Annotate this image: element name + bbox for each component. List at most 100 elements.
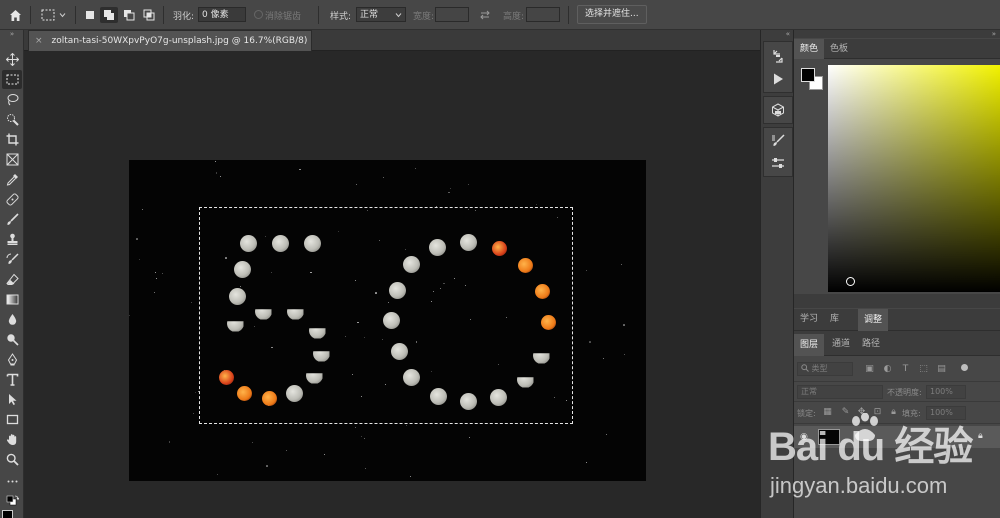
- document-tab-title: zoltan-tasi-50WXpvPyO7g-unsplash.jpg @ 1…: [51, 36, 308, 46]
- play-icon: [774, 73, 783, 85]
- collapse-strip-button[interactable]: «: [761, 30, 793, 38]
- paw-icon: [852, 413, 878, 442]
- star: [586, 269, 588, 271]
- filter-smart-object-icon[interactable]: ▤: [936, 364, 947, 375]
- star: [363, 438, 365, 440]
- filter-pixel-icon[interactable]: ▣: [864, 364, 875, 375]
- quick-selection-tool[interactable]: [2, 110, 22, 129]
- layer-filter-row: 类型 ▣ ◐ T ⬚ ▤: [794, 358, 1000, 382]
- antialias-checkbox[interactable]: [253, 9, 263, 20]
- select-and-mask-button[interactable]: 选择并遮住...: [577, 5, 647, 24]
- clone-stamp-tool[interactable]: [2, 230, 22, 249]
- gradient-tool[interactable]: [2, 290, 22, 309]
- filter-type-icon[interactable]: T: [900, 364, 911, 375]
- style-label: 样式:: [330, 12, 352, 22]
- eraser-tool[interactable]: [2, 270, 22, 289]
- dodge-icon: [6, 334, 19, 346]
- tab-color[interactable]: 颜色: [794, 39, 825, 59]
- learn-panel-tabs: 学习 库 调整: [794, 309, 1000, 331]
- lasso-tool[interactable]: [2, 90, 22, 109]
- pen-tool[interactable]: [2, 350, 22, 369]
- new-selection-button[interactable]: [82, 7, 98, 23]
- edit-toolbar-button[interactable]: [2, 472, 22, 491]
- double-chevron-icon: »: [991, 30, 996, 38]
- rect-marquee-tool[interactable]: [2, 70, 22, 89]
- filter-adjustment-icon[interactable]: ◐: [882, 364, 893, 375]
- foreground-color-swatch[interactable]: [2, 510, 13, 518]
- close-tab-button[interactable]: ×: [35, 36, 43, 46]
- star: [191, 301, 193, 303]
- layer-filter-select[interactable]: 类型: [797, 362, 853, 376]
- selection-marquee[interactable]: [199, 207, 573, 424]
- move-icon: [5, 53, 19, 66]
- default-colors-button[interactable]: [2, 492, 22, 511]
- collapse-panels-button[interactable]: »: [794, 30, 1000, 38]
- tools-panel: »: [0, 30, 24, 518]
- filter-shape-icon[interactable]: ⬚: [918, 364, 929, 375]
- width-input[interactable]: [435, 7, 469, 22]
- path-selection-tool[interactable]: [2, 390, 22, 409]
- add-to-selection-button[interactable]: [100, 7, 118, 23]
- chevron-down-icon: [395, 13, 402, 18]
- height-label: 高度:: [503, 12, 525, 22]
- subtract-selection-button[interactable]: [121, 7, 137, 23]
- dodge-tool[interactable]: [2, 330, 22, 349]
- history-brush-tool[interactable]: [2, 250, 22, 269]
- tab-swatches[interactable]: 色板: [824, 39, 854, 59]
- move-tool[interactable]: [2, 50, 22, 69]
- tab-adjustments[interactable]: 调整: [858, 309, 889, 331]
- opacity-input[interactable]: 100%: [926, 385, 966, 399]
- tab-learn[interactable]: 学习: [794, 309, 824, 329]
- star: [360, 435, 362, 437]
- tool-preset-picker[interactable]: [38, 6, 68, 24]
- history-panel-button[interactable]: [765, 46, 791, 66]
- color-picker-cursor[interactable]: [846, 277, 855, 286]
- 3d-group: [763, 96, 793, 124]
- collapse-toolbar-button[interactable]: »: [2, 30, 22, 38]
- type-tool[interactable]: [2, 370, 22, 389]
- layer-filter-value: 类型: [811, 364, 828, 373]
- star: [536, 203, 538, 205]
- blur-tool[interactable]: [2, 310, 22, 329]
- crop-tool[interactable]: [2, 130, 22, 149]
- tab-channels[interactable]: 通道: [826, 334, 856, 354]
- healing-brush-tool[interactable]: [2, 190, 22, 209]
- tab-libraries[interactable]: 库: [824, 309, 845, 329]
- brush-settings-button[interactable]: [765, 131, 791, 151]
- filter-toggle-icon[interactable]: [961, 364, 968, 371]
- 3d-panel-button[interactable]: [765, 100, 791, 120]
- eyedropper-icon: [6, 174, 18, 186]
- actions-panel-button[interactable]: [765, 69, 791, 89]
- color-field-picker[interactable]: [828, 65, 1000, 292]
- brush-tool[interactable]: [2, 210, 22, 229]
- style-select[interactable]: 正常: [356, 7, 406, 22]
- height-input[interactable]: [526, 7, 560, 22]
- options-bar: 羽化: 0 像素 消除锯齿 样式: 正常 宽度: 高度: 选择并遮住...: [0, 0, 1000, 30]
- history-actions-group: [763, 41, 793, 93]
- star: [355, 427, 356, 429]
- baidu-watermark: Bai du 经验 jingyan.baidu.com: [768, 413, 1000, 518]
- history-brush-icon: [6, 253, 19, 264]
- document-canvas[interactable]: [129, 160, 646, 481]
- foreground-color-swatch[interactable]: [801, 68, 815, 82]
- hand-icon: [6, 434, 16, 445]
- eyedropper-tool[interactable]: [2, 170, 22, 189]
- antialias-label: 消除锯齿: [265, 12, 302, 22]
- feather-input[interactable]: 0 像素: [198, 7, 246, 22]
- swap-dimensions-button[interactable]: [477, 7, 493, 23]
- tab-paths[interactable]: 路径: [856, 334, 886, 354]
- rectangle-tool[interactable]: [2, 410, 22, 429]
- frame-tool[interactable]: [2, 150, 22, 169]
- properties-panel-button[interactable]: [765, 153, 791, 173]
- zoom-tool[interactable]: [2, 450, 22, 469]
- intersect-selection-button[interactable]: [141, 7, 157, 23]
- more-dots-icon: [7, 480, 17, 483]
- tab-layers[interactable]: 图层: [794, 334, 825, 356]
- style-select-value: 正常: [360, 10, 379, 20]
- hand-tool[interactable]: [2, 430, 22, 449]
- star: [286, 449, 288, 451]
- star: [193, 413, 195, 415]
- document-tab[interactable]: × zoltan-tasi-50WXpvPyO7g-unsplash.jpg @…: [28, 30, 312, 51]
- home-button[interactable]: [6, 6, 24, 24]
- blend-mode-select[interactable]: 正常: [797, 385, 883, 399]
